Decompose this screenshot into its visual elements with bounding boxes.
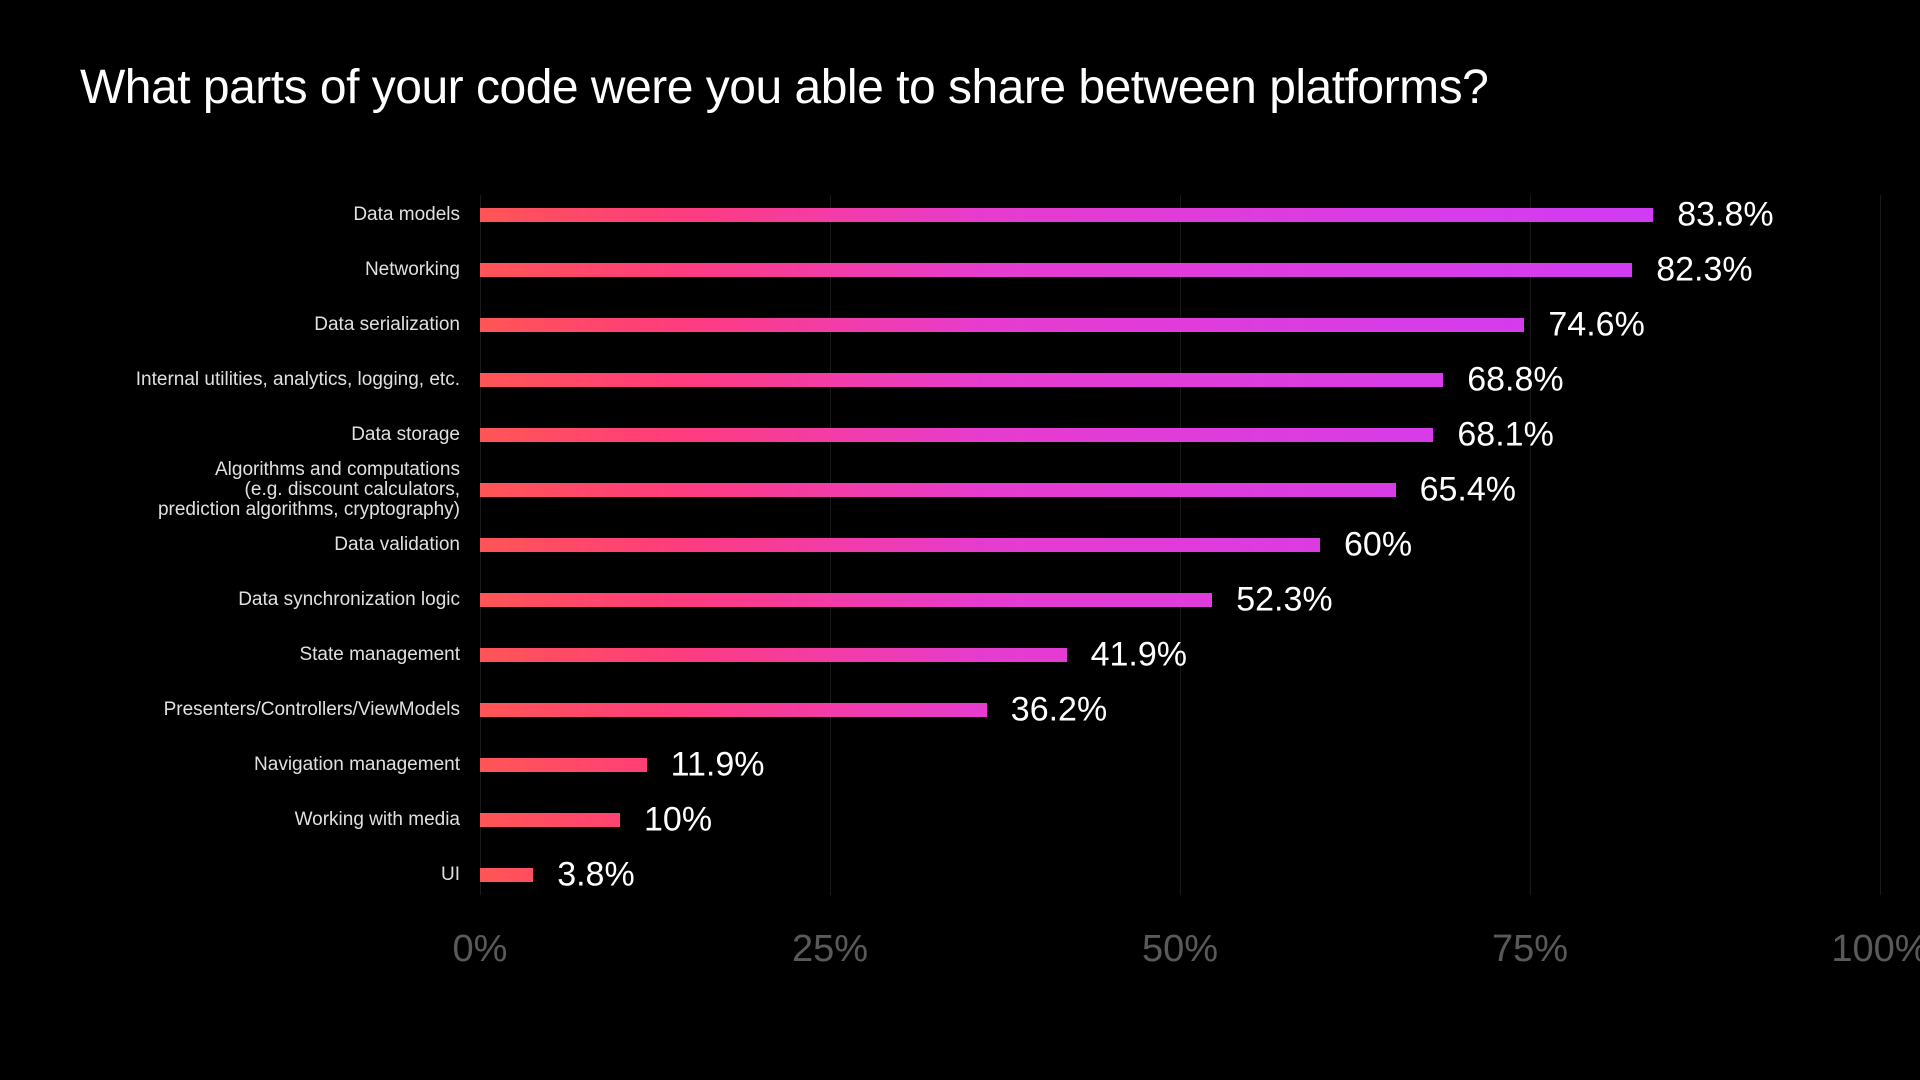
y-axis-label: Networking <box>80 260 460 280</box>
y-axis-label: Data synchronization logic <box>80 590 460 610</box>
bar-value-label: 68.8% <box>1467 361 1563 400</box>
bar-row: Data serialization 74.6% <box>80 304 1840 346</box>
bar-row: State management 41.9% <box>80 634 1840 676</box>
bar <box>480 758 647 772</box>
bar-value-label: 82.3% <box>1656 251 1752 290</box>
y-axis-label: Internal utilities, analytics, logging, … <box>80 370 460 390</box>
bar-value-label: 60% <box>1344 526 1412 565</box>
bar <box>480 263 1632 277</box>
bar <box>480 593 1212 607</box>
bar-row: Data synchronization logic 52.3% <box>80 579 1840 621</box>
y-axis-label: UI <box>80 865 460 885</box>
bar <box>480 428 1433 442</box>
bar <box>480 868 533 882</box>
bar-row: Networking 82.3% <box>80 249 1840 291</box>
bar-value-label: 74.6% <box>1548 306 1644 345</box>
y-axis-label: Data storage <box>80 425 460 445</box>
x-tick-75: 75% <box>1492 928 1568 971</box>
y-axis-label: Working with media <box>80 810 460 830</box>
y-axis-label: Presenters/Controllers/ViewModels <box>80 700 460 720</box>
bar <box>480 483 1396 497</box>
y-axis-label: Data models <box>80 205 460 225</box>
bar <box>480 813 620 827</box>
x-tick-25: 25% <box>792 928 868 971</box>
bar-value-label: 11.9% <box>671 746 765 785</box>
x-tick-100: 100% <box>1831 928 1920 971</box>
bar <box>480 208 1653 222</box>
bar-value-label: 52.3% <box>1236 581 1332 620</box>
bar-row: Algorithms and computations (e.g. discou… <box>80 469 1840 511</box>
gridline-100 <box>1880 195 1881 895</box>
bar-row: Data storage 68.1% <box>80 414 1840 456</box>
bar-row: Internal utilities, analytics, logging, … <box>80 359 1840 401</box>
bar-row: Data models 83.8% <box>80 194 1840 236</box>
y-axis-label: Navigation management <box>80 755 460 775</box>
bar-value-label: 41.9% <box>1091 636 1187 675</box>
bar-value-label: 36.2% <box>1011 691 1107 730</box>
bar-row: UI 3.8% <box>80 854 1840 896</box>
chart-title: What parts of your code were you able to… <box>80 60 1840 115</box>
bar-value-label: 10% <box>644 801 712 840</box>
bar-value-label: 68.1% <box>1457 416 1553 455</box>
bar-row: Working with media 10% <box>80 799 1840 841</box>
bar <box>480 538 1320 552</box>
x-tick-0: 0% <box>453 928 508 971</box>
y-axis-label: State management <box>80 645 460 665</box>
bar-value-label: 65.4% <box>1420 471 1516 510</box>
y-axis-label: Data validation <box>80 535 460 555</box>
bar-row: Data validation 60% <box>80 524 1840 566</box>
bar-value-label: 3.8% <box>557 856 635 895</box>
bar-row: Presenters/Controllers/ViewModels 36.2% <box>80 689 1840 731</box>
slide: What parts of your code were you able to… <box>0 0 1920 1080</box>
bar-value-label: 83.8% <box>1677 196 1773 235</box>
chart: 0% 25% 50% 75% 100% Data models83.8%Netw… <box>80 195 1840 955</box>
y-axis-label: Algorithms and computations (e.g. discou… <box>80 460 460 520</box>
bar-row: Navigation management 11.9% <box>80 744 1840 786</box>
bar <box>480 318 1524 332</box>
y-axis-label: Data serialization <box>80 315 460 335</box>
bar <box>480 373 1443 387</box>
bar <box>480 703 987 717</box>
x-tick-50: 50% <box>1142 928 1218 971</box>
bar <box>480 648 1067 662</box>
